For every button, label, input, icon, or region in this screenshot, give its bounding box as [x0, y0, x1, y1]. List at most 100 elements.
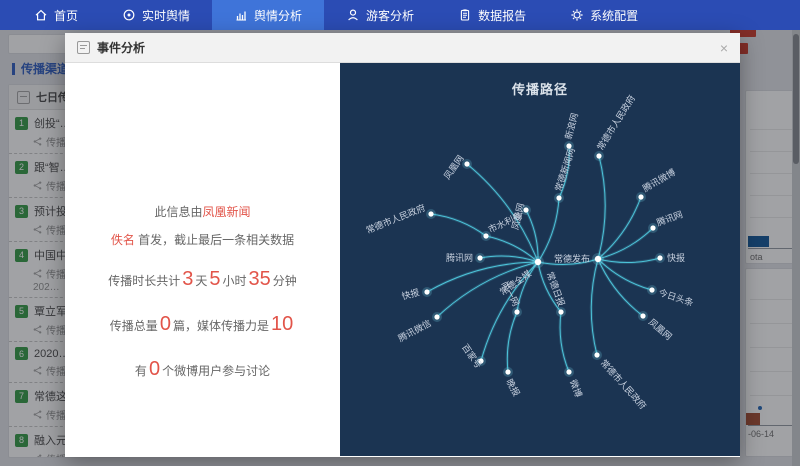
summary-line: 传播时长共计3天5小时35分钟	[79, 263, 326, 295]
node-dot	[477, 255, 482, 260]
nav-item-1[interactable]: 首页	[12, 0, 100, 30]
node-dot	[556, 195, 561, 200]
summary-text: 传播时长共计	[108, 274, 180, 288]
node-dot	[505, 369, 510, 374]
graph-node-n16[interactable]: 微博	[564, 367, 585, 399]
gear-icon	[570, 8, 584, 22]
propagation-graph: 常德全媒常德发布凤凰网凤凰网新浪网常德新闻网常德市人民政府市水利局常德市人民政府…	[340, 63, 740, 456]
node-label: 微博	[568, 378, 584, 399]
node-label: 晚报	[504, 377, 522, 398]
node-dot	[535, 259, 541, 265]
nav-item-6[interactable]: 系统配置	[548, 0, 660, 30]
graph-edge-glow	[431, 214, 486, 236]
node-label: 腾讯微信	[396, 317, 433, 344]
graph-node-n21[interactable]: 凤凰网	[638, 311, 674, 342]
node-label: 快报	[667, 252, 685, 263]
graph-edge	[598, 259, 643, 316]
home-icon	[34, 8, 48, 22]
graph-node-n3[interactable]: 新浪网	[562, 112, 580, 151]
node-label: 常德新闻网	[552, 146, 576, 192]
node-label: 常德市人民政府	[364, 202, 427, 236]
summary-highlight: 5	[207, 268, 222, 290]
node-dot	[464, 161, 469, 166]
graph-edge-glow	[538, 198, 559, 262]
node-label: 常德发布	[554, 253, 590, 264]
node-dot	[640, 313, 645, 318]
summary-highlight: 10	[269, 313, 295, 335]
target-icon	[122, 8, 136, 22]
summary-text: 首发，截止最后一条相关数据	[135, 233, 294, 247]
summary-text: 传播总量	[110, 319, 158, 333]
nav-item-label: 游客分析	[366, 7, 414, 24]
node-dot	[650, 225, 655, 230]
summary-text: 有	[135, 364, 147, 378]
event-summary: 此信息由凤凰新闻佚名 首发，截止最后一条相关数据传播时长共计3天5小时35分钟传…	[65, 63, 340, 456]
graph-node-n5[interactable]: 常德市人民政府	[594, 93, 637, 161]
node-label: 常德市人民政府	[599, 357, 649, 411]
nav-item-5[interactable]: 数据报告	[436, 0, 548, 30]
graph-node-n19[interactable]: 快报	[655, 252, 685, 263]
graph-title: 传播路径	[340, 79, 740, 98]
top-navbar: 首页 实时舆情 舆情分析 游客分析 数据报告 系统配置	[0, 0, 800, 30]
graph-edge	[486, 236, 538, 262]
node-label: 常德市人民政府	[594, 93, 637, 152]
graph-node-n14[interactable]: 晚报	[503, 367, 522, 398]
node-label: 腾讯微博	[641, 166, 678, 194]
graph-node-hub2[interactable]: 常德发布	[554, 253, 604, 265]
user-icon	[346, 8, 360, 22]
nav-item-2[interactable]: 实时舆情	[100, 0, 212, 30]
node-dot	[657, 255, 662, 260]
graph-node-n17[interactable]: 腾讯微博	[636, 166, 677, 202]
node-label: 凤凰网	[442, 153, 466, 181]
nav-item-3[interactable]: 舆情分析	[212, 0, 324, 30]
graph-edge-glow	[486, 236, 538, 262]
node-label: 新浪网	[562, 112, 580, 141]
nav-item-label: 首页	[54, 7, 78, 24]
modal-header: 事件分析 ×	[65, 33, 740, 63]
summary-line: 有0个微博用户参与讨论	[79, 353, 326, 385]
node-label: 今日头条	[657, 286, 695, 308]
nav-item-label: 系统配置	[590, 7, 638, 24]
summary-line: 此信息由凤凰新闻	[79, 203, 326, 222]
node-label: 快报	[400, 286, 420, 301]
graph-node-n10[interactable]: 快报	[400, 286, 432, 301]
graph-node-n8[interactable]: 腾讯网	[446, 252, 485, 263]
graph-node-n20[interactable]: 今日头条	[647, 285, 695, 308]
graph-node-n4[interactable]: 常德新闻网	[552, 146, 576, 203]
summary-text: 此信息由	[154, 205, 202, 219]
node-dot	[558, 309, 563, 314]
nav-item-4[interactable]: 游客分析	[324, 0, 436, 30]
nav-item-label: 数据报告	[478, 7, 526, 24]
node-dot	[424, 289, 429, 294]
summary-text: 个微博用户参与讨论	[162, 364, 270, 378]
nav-item-label: 实时舆情	[142, 7, 190, 24]
node-label: 腾讯网	[655, 208, 684, 228]
close-icon[interactable]: ×	[720, 41, 728, 55]
graph-node-n11[interactable]: 腾讯微信	[396, 312, 442, 344]
graph-node-n18[interactable]: 腾讯网	[648, 208, 684, 233]
node-label: 常德日报	[545, 270, 568, 308]
graph-node-n1[interactable]: 凤凰网	[442, 153, 472, 181]
modal-title: 事件分析	[97, 39, 145, 56]
summary-highlight: 3	[180, 268, 195, 290]
event-analysis-modal: 事件分析 × 此信息由凤凰新闻佚名 首发，截止最后一条相关数据传播时长共计3天5…	[65, 33, 740, 457]
node-label: 腾讯网	[446, 252, 473, 263]
graph-edge-glow	[598, 228, 653, 259]
modal-title-icon	[77, 41, 90, 54]
summary-text: 分钟	[273, 274, 297, 288]
graph-node-n22[interactable]: 常德市人民政府	[592, 350, 649, 411]
node-dot	[595, 256, 601, 262]
node-dot	[594, 352, 599, 357]
node-label: 百家号	[460, 342, 485, 370]
summary-highlight: 佚名	[111, 233, 135, 247]
graph-edge	[598, 228, 653, 259]
summary-text: 篇，媒体传播力是	[173, 319, 269, 333]
summary-highlight: 0	[147, 358, 162, 380]
graph-node-n7[interactable]: 常德市人民政府	[364, 202, 436, 236]
summary-highlight: 0	[158, 313, 173, 335]
summary-text: 小时	[223, 274, 247, 288]
graph-edge	[431, 214, 486, 236]
propagation-graph-panel: 传播路径 常德全媒常德发布凤凰网凤凰网新浪网常德新闻网常德市人民政府市水利局常德…	[340, 63, 740, 456]
summary-line: 传播总量0篇，媒体传播力是10	[79, 308, 326, 340]
node-dot	[428, 211, 433, 216]
